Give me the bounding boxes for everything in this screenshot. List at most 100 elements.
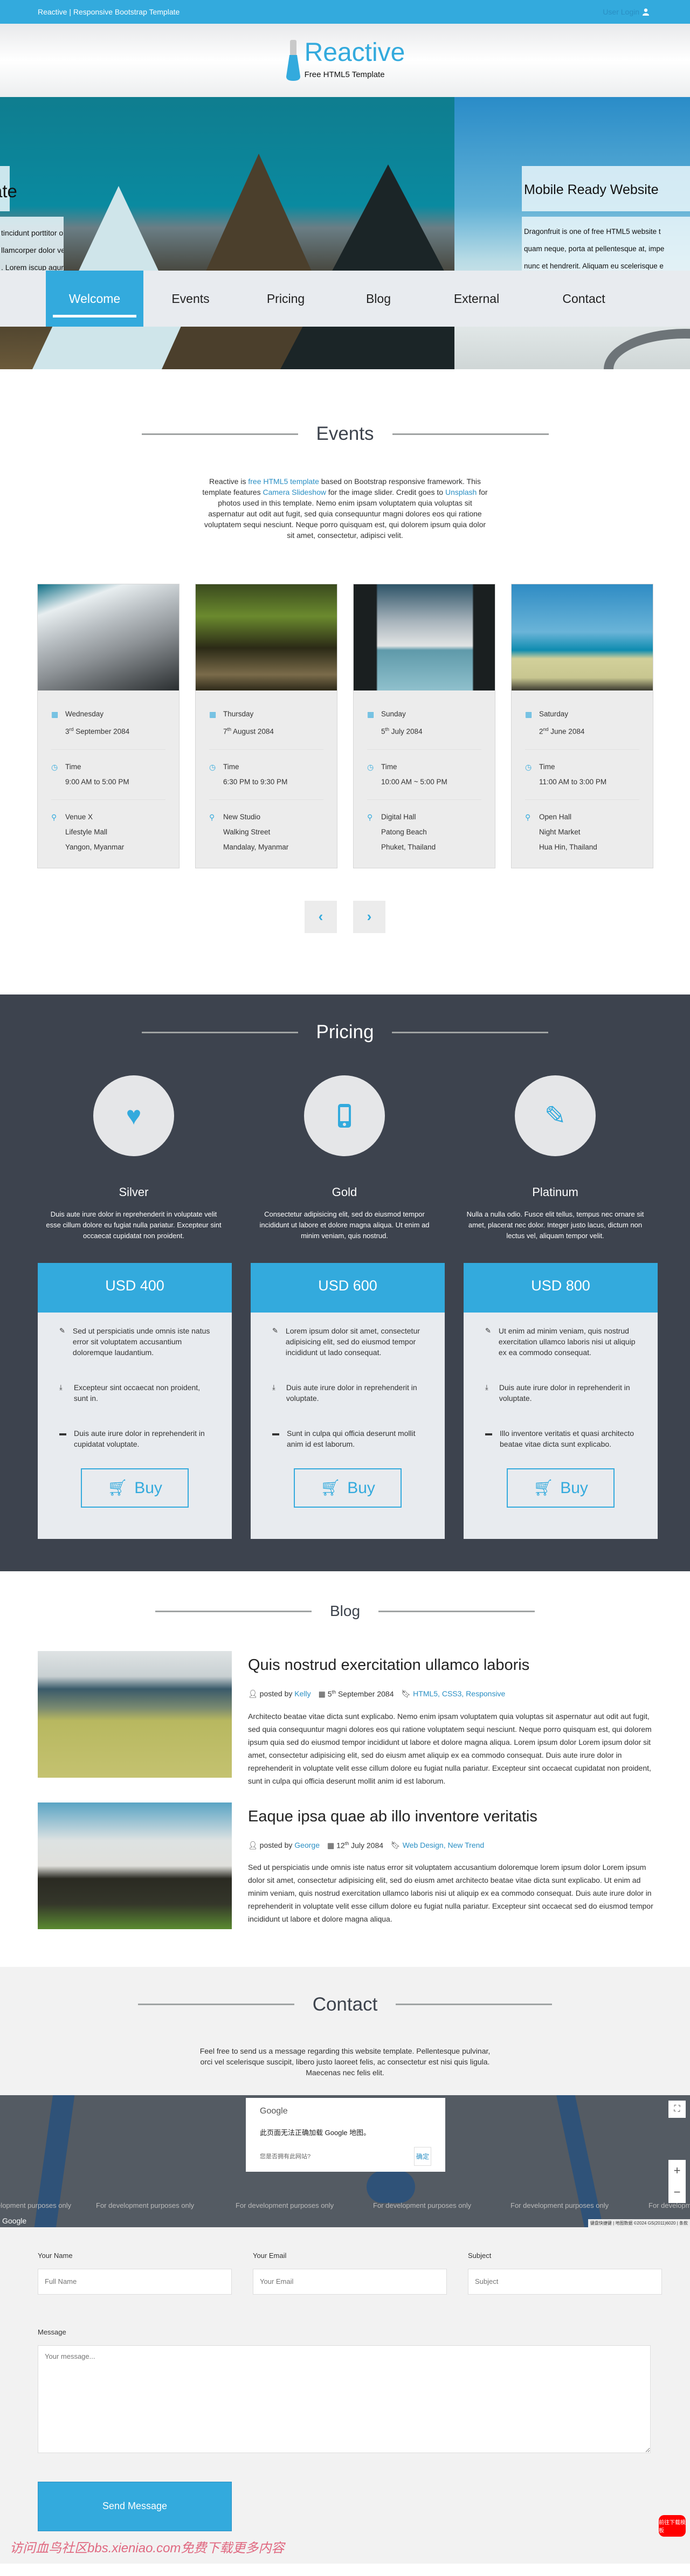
calendar-icon: ▦ [209,710,217,719]
download-icon: ⤓ [485,1383,488,1391]
event-venue: Venue X [65,812,93,821]
subject-label: Subject [468,2251,492,2260]
post-title[interactable]: Eaque ipsa quae ab illo inventore verita… [248,1808,660,1826]
dialog-message: 此页面无法正确加载 Google 地图。 [260,2128,371,2137]
event-venue: Digital Hall [381,812,416,821]
feature-item: ▬ Duis aute irure dolor in reprehenderit … [59,1429,205,1448]
fullscreen-button[interactable]: ⛶ [668,2100,686,2118]
user-icon: 👤︎ [248,1689,258,1698]
user-login-link[interactable]: User Login [603,8,649,16]
pricing-section: Pricing ♥ Silver Duis aute irure dolor i… [0,995,690,1571]
site-title: Reactive | Responsive Bootstrap Template [38,8,180,16]
map-watermark-text: For development purposes only [236,2201,334,2209]
price-cards: USD 400 ✎ Sed ut perspiciatis unde omnis … [0,1263,690,1539]
divider [137,2004,294,2006]
plan-platinum: ✎ Platinum Nulla a nulla odio. Fusce eli… [459,1075,651,1241]
feature-item: ▬ Sunt in culpa qui officia deserunt moll… [272,1429,416,1448]
buy-button[interactable]: 🛒︎ Buy [294,1468,402,1508]
nav-blog[interactable]: Blog [334,271,423,327]
events-pager: ‹ › [0,900,690,933]
map-watermark-text: For development purposes only [0,2201,72,2209]
name-input[interactable] [38,2268,232,2295]
post-image-hills[interactable] [38,1651,232,1778]
caption-title-right: Mobile Ready Website [522,166,690,211]
post-meta: 👤︎ posted by George ▦ 12th July 2084 🔖︎ … [248,1840,485,1850]
caption-text-right: Dragonfruit is one of free HTML5 website… [522,217,690,271]
fullscreen-icon: ⛶ [674,2104,680,2114]
subject-input[interactable] [468,2268,662,2295]
plus-icon: + [673,2163,681,2177]
event-card[interactable]: ▦ Thursday 7th August 2084 ◷ Time 6:30 PM to… [195,584,337,868]
tag-links[interactable]: HTML5, CSS3, Responsive [413,1689,505,1698]
map-marker-icon: ⚲ [525,812,531,821]
price: USD 800 [464,1263,658,1313]
plan-gold: Gold Consectetur adipisicing elit, sed d… [249,1075,440,1241]
download-template-button[interactable]: 前往下载模板 [659,2515,686,2537]
feature-item: ⤓ Duis aute irure dolor in reprehenderit … [272,1383,417,1403]
post-title[interactable]: Quis nostrud exercitation ullamco labori… [248,1656,660,1674]
zoom-in-button[interactable]: + [668,2159,686,2181]
calendar-icon: ▦ [51,710,59,719]
map-attribution[interactable]: 键盘快捷键 | 地图数据 ©2024 GS(2011)6020 | 条款 [588,2219,690,2227]
download-icon: ⤓ [272,1383,275,1391]
plan-name: Gold [332,1185,357,1199]
plan-desc: Duis aute irure dolor in reprehenderit i… [46,1210,222,1240]
author-link[interactable]: George [294,1841,320,1849]
event-city: Mandalay, Myanmar [223,842,289,851]
plan-name: Platinum [532,1185,578,1199]
hero-slider[interactable]: ate tincidunt porttitor orci. Nulla cons… [0,97,690,369]
buy-button[interactable]: 🛒︎ Buy [507,1468,615,1508]
dialog-ok-button[interactable]: 确定 [414,2146,431,2166]
buy-button[interactable]: 🛒︎ Buy [81,1468,189,1508]
nav-events[interactable]: Events [143,271,238,327]
zoom-out-button[interactable]: − [668,2181,686,2203]
event-card[interactable]: ▦ Saturday 2nd June 2084 ◷ Time 11:00 AM to … [511,584,653,868]
brand-tagline: Free HTML5 Template [304,70,385,79]
name-label: Your Name [38,2251,73,2260]
google-map[interactable]: For development purposes only For develo… [0,2095,690,2227]
caption-line: quam neque, porta at pellentesque at, im… [524,245,665,253]
email-input[interactable] [253,2268,447,2295]
caption-text-left: tincidunt porttitor orci. Nulla consequa… [0,217,64,271]
nav-welcome[interactable]: Welcome [46,271,143,327]
clock-icon: ◷ [209,762,216,771]
map-marker-icon: ⚲ [51,812,57,821]
event-card[interactable]: ▦ Sunday 5th July 2084 ◷ Time 10:00 AM ~ 5:0… [353,584,495,868]
divider [396,2004,553,2006]
unsplash-link[interactable]: Unsplash [445,488,477,496]
event-time: 9:00 AM to 5:00 PM [65,777,129,786]
event-photo-forest [196,584,337,690]
post-body: Architecto beatae vitae dicta sunt expli… [248,1711,652,1785]
nav-external[interactable]: External [423,271,530,327]
event-cards: ▦ Wednesday 3rd September 2084 ◷ Time 9:00 A… [0,584,690,868]
chevron-left-icon: ‹ [318,908,323,924]
dialog-question[interactable]: 您是否拥有此网站? [260,2152,310,2160]
next-button[interactable]: › [353,900,385,933]
send-message-button[interactable]: Send Message [38,2481,232,2531]
watermark-text: 访问血鸟社区bbs.xieniao.com免费下载更多内容 [10,2540,285,2556]
prev-button[interactable]: ‹ [305,900,337,933]
camera-slideshow-link[interactable]: Camera Slideshow [263,488,326,496]
clock-icon: ◷ [367,762,374,771]
briefcase-icon: ▬ [485,1429,492,1437]
event-time: 10:00 AM ~ 5:00 PM [381,777,447,786]
events-intro: Reactive is free HTML5 template based on… [199,476,491,541]
cart-icon: 🛒︎ [320,1479,341,1497]
post-image-rocks[interactable] [38,1802,232,1929]
divider [378,1610,535,1612]
event-photo-van [512,584,653,690]
event-card[interactable]: ▦ Wednesday 3rd September 2084 ◷ Time 9:00 A… [37,584,180,868]
author-link[interactable]: Kelly [294,1689,310,1698]
caption-line: nunc et hendrerit. Aliquam eu scelerisqu… [524,262,664,270]
price-card: USD 600 ✎ Lorem ipsum dolor sit amet, con… [251,1263,445,1539]
caption-line: Dragonfruit is one of free HTML5 website… [524,227,661,236]
nav-contact[interactable]: Contact [530,271,638,327]
event-photo-beach [354,584,495,690]
feature-item: ⤓ Excepteur sint occaecat non proident, s… [59,1383,201,1403]
message-textarea[interactable] [38,2345,651,2453]
nav-pricing[interactable]: Pricing [238,271,334,327]
tag-links[interactable]: Web Design, New Trend [403,1841,484,1849]
logo[interactable]: Reactive Free HTML5 Template [285,39,405,82]
free-template-link[interactable]: free HTML5 template [248,477,319,486]
feature-item: ✎ Lorem ipsum dolor sit amet, consectetur… [272,1327,420,1357]
